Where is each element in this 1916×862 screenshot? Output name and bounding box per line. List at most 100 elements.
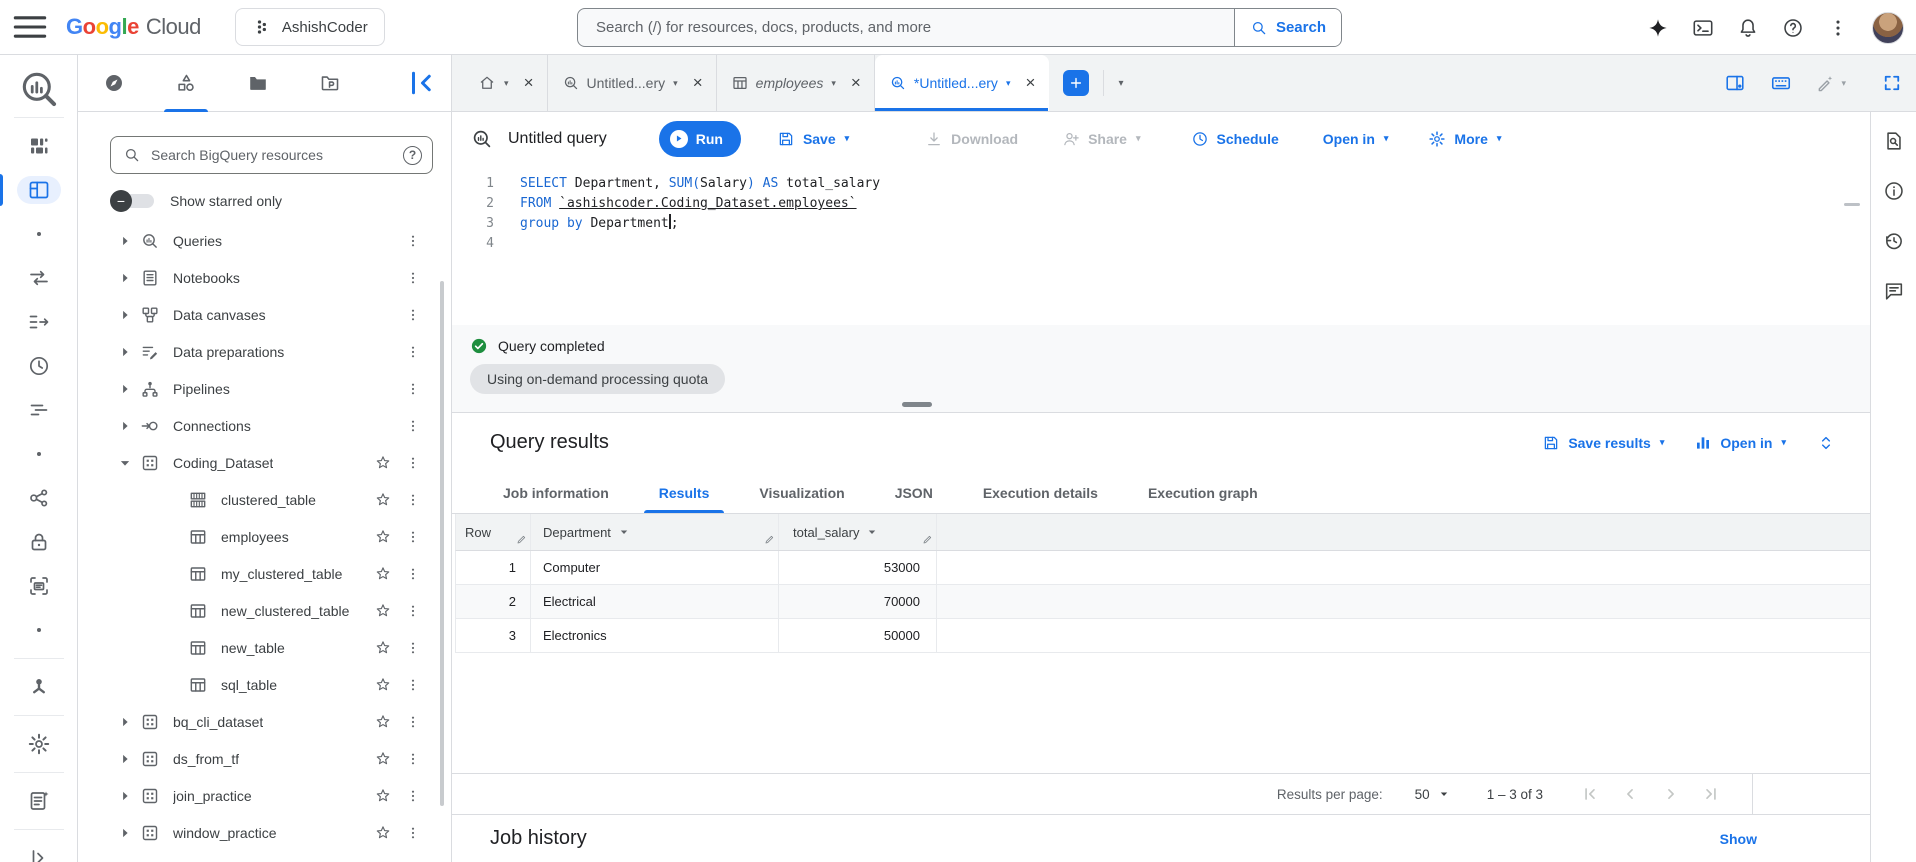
- table-row[interactable]: 1 Computer 53000: [455, 551, 1870, 585]
- kebab-menu-icon[interactable]: [405, 566, 421, 582]
- avatar[interactable]: [1872, 11, 1904, 44]
- results-tab-job-information[interactable]: Job information: [478, 472, 634, 513]
- kebab-menu-icon[interactable]: [405, 233, 421, 249]
- history-icon[interactable]: [1883, 230, 1905, 252]
- explorer-search-input[interactable]: [151, 147, 393, 163]
- first-page-icon[interactable]: [1579, 784, 1599, 804]
- settings-icon[interactable]: [27, 732, 51, 756]
- close-icon[interactable]: ×: [690, 73, 706, 93]
- more-options-icon[interactable]: [1827, 17, 1849, 39]
- tree-section-window_practice[interactable]: window_practice: [78, 814, 451, 851]
- scheduling-icon[interactable]: [27, 354, 51, 378]
- help-icon[interactable]: [1782, 17, 1804, 39]
- expand-caret-icon[interactable]: [116, 824, 134, 842]
- tree-item-employees[interactable]: employees: [78, 518, 451, 555]
- expand-caret-icon[interactable]: [116, 380, 134, 398]
- close-icon[interactable]: ×: [521, 73, 537, 93]
- open-in-button[interactable]: Open in ▾: [1323, 131, 1389, 147]
- expand-caret-icon[interactable]: [116, 713, 134, 731]
- next-page-icon[interactable]: [1661, 784, 1681, 804]
- monitoring-icon[interactable]: [27, 398, 51, 422]
- tree-item-sql_table[interactable]: sql_table: [78, 666, 451, 703]
- sort-caret-icon[interactable]: [865, 525, 879, 539]
- search-help-icon[interactable]: ?: [403, 145, 422, 165]
- results-open-in-button[interactable]: Open in ▾: [1694, 434, 1786, 452]
- menu-icon[interactable]: [8, 5, 52, 49]
- save-button[interactable]: Save ▾: [777, 130, 849, 148]
- starred-toggle[interactable]: −: [110, 190, 156, 212]
- analytics-hub-icon[interactable]: [27, 486, 51, 510]
- page-size-select[interactable]: 50: [1415, 787, 1451, 802]
- kebab-menu-icon[interactable]: [405, 751, 421, 767]
- column-edit-pencil-icon[interactable]: [763, 533, 776, 546]
- tree-section-Coding_Dataset[interactable]: Coding_Dataset: [78, 444, 451, 481]
- caret-down-icon[interactable]: ▾: [673, 78, 678, 89]
- section-dot-3-icon[interactable]: [27, 618, 51, 642]
- table-row[interactable]: 3 Electronics 50000: [455, 619, 1870, 653]
- kebab-menu-icon[interactable]: [405, 714, 421, 730]
- sql-generation-tool[interactable]: ▾: [1816, 73, 1846, 93]
- global-search-input[interactable]: [578, 9, 1234, 46]
- tab-list-caret-icon[interactable]: ▾: [1118, 78, 1123, 89]
- results-tab-execution-graph[interactable]: Execution graph: [1123, 472, 1283, 513]
- column-edit-pencil-icon[interactable]: [921, 533, 934, 546]
- global-search-button[interactable]: Search: [1233, 9, 1341, 46]
- tree-section-ds_from_tf[interactable]: ds_from_tf: [78, 740, 451, 777]
- kebab-menu-icon[interactable]: [405, 381, 421, 397]
- explorer-tab-featured[interactable]: [90, 55, 138, 112]
- sort-caret-icon[interactable]: [617, 525, 631, 539]
- tab-employees[interactable]: employees ▾ ×: [717, 55, 875, 111]
- column-header-row[interactable]: Row: [456, 514, 531, 550]
- results-tab-execution-details[interactable]: Execution details: [958, 472, 1123, 513]
- notifications-bell-icon[interactable]: [1737, 17, 1759, 39]
- star-icon[interactable]: [374, 602, 392, 620]
- welcome-icon[interactable]: [27, 134, 51, 158]
- section-dot-2-icon[interactable]: [27, 442, 51, 466]
- gemini-sparkle-icon[interactable]: [1647, 17, 1669, 39]
- fullscreen-icon[interactable]: [1882, 73, 1902, 93]
- sql-code[interactable]: SELECT Department, SUM(Salary) AS total_…: [510, 165, 880, 325]
- star-icon[interactable]: [374, 787, 392, 805]
- expand-nav-icon[interactable]: [27, 846, 51, 862]
- column-header-department[interactable]: Department: [531, 514, 779, 550]
- new-tab-button[interactable]: [1063, 70, 1090, 96]
- expand-caret-icon[interactable]: [116, 787, 134, 805]
- collapse-panel-icon[interactable]: [403, 65, 439, 101]
- tree-section-Connections[interactable]: Connections: [78, 407, 451, 444]
- panel-drag-handle[interactable]: [902, 402, 932, 407]
- tree-section-join_practice[interactable]: join_practice: [78, 777, 451, 814]
- schedule-button[interactable]: Schedule: [1191, 130, 1279, 148]
- run-button[interactable]: Run: [658, 120, 741, 157]
- expand-results-icon[interactable]: [1816, 433, 1836, 453]
- results-tab-results[interactable]: Results: [634, 472, 735, 513]
- kebab-menu-icon[interactable]: [405, 529, 421, 545]
- split-view-icon[interactable]: [1724, 72, 1746, 94]
- kebab-menu-icon[interactable]: [405, 455, 421, 471]
- keyboard-shortcuts-icon[interactable]: [1770, 72, 1792, 94]
- expand-caret-icon[interactable]: [116, 232, 134, 250]
- caret-down-icon[interactable]: ▾: [1006, 78, 1011, 89]
- explorer-tab-studio[interactable]: [162, 55, 210, 112]
- share-button[interactable]: Share ▾: [1062, 130, 1141, 148]
- editor-scrollbar[interactable]: [1844, 203, 1860, 206]
- star-icon[interactable]: [374, 676, 392, 694]
- caret-down-icon[interactable]: ▾: [504, 78, 509, 89]
- info-icon[interactable]: [1883, 180, 1905, 202]
- download-button[interactable]: Download: [925, 130, 1018, 148]
- expand-caret-icon[interactable]: [116, 306, 134, 324]
- tree-section-bq_cli_dataset[interactable]: bq_cli_dataset: [78, 703, 451, 740]
- kebab-menu-icon[interactable]: [405, 344, 421, 360]
- results-tab-visualization[interactable]: Visualization: [734, 472, 869, 513]
- kebab-menu-icon[interactable]: [405, 677, 421, 693]
- star-icon[interactable]: [374, 713, 392, 731]
- table-row[interactable]: 2 Electrical 70000: [455, 585, 1870, 619]
- doc-search-icon[interactable]: [1883, 130, 1905, 152]
- kebab-menu-icon[interactable]: [405, 825, 421, 841]
- bigquery-logo-icon[interactable]: [17, 67, 61, 111]
- data-transfers-icon[interactable]: [27, 266, 51, 290]
- explorer-scrollbar[interactable]: [440, 281, 444, 806]
- tree-section-Queries[interactable]: Queries: [78, 222, 451, 259]
- star-icon[interactable]: [374, 454, 392, 472]
- expand-caret-icon[interactable]: [116, 750, 134, 768]
- star-icon[interactable]: [374, 565, 392, 583]
